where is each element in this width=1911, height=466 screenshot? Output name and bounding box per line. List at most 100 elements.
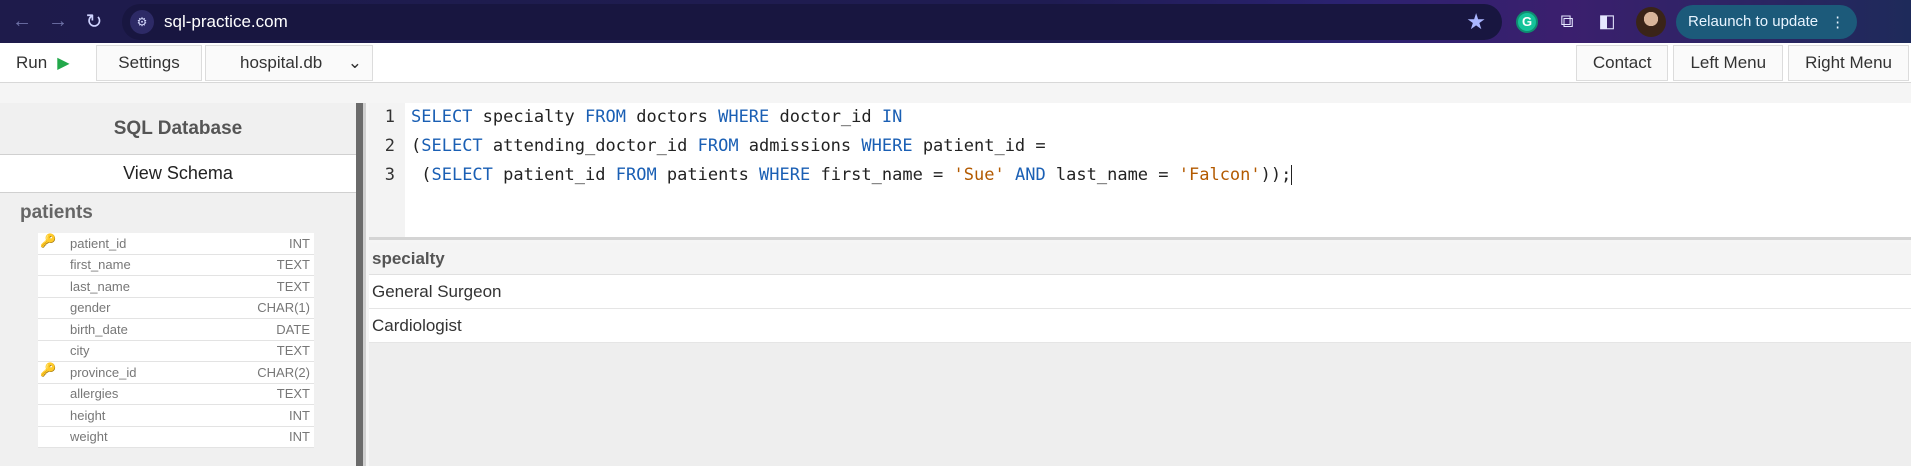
bookmark-star-icon[interactable]: ★ — [1466, 9, 1486, 35]
column-type: TEXT — [276, 278, 310, 294]
results-column-header: specialty — [369, 243, 1911, 275]
sql-token: )); — [1260, 165, 1292, 185]
code-line[interactable]: SELECT specialty FROM doctors WHERE doct… — [411, 103, 1292, 132]
column-row[interactable]: weight INT — [38, 427, 314, 448]
sql-token: doctors — [625, 107, 719, 127]
line-number: 3 — [384, 165, 395, 185]
result-row[interactable]: Cardiologist — [369, 309, 1911, 343]
column-type: INT — [289, 235, 310, 251]
sql-token: last_name = — [1045, 165, 1179, 185]
column-name: city — [70, 343, 90, 359]
database-select[interactable]: hospital.db ⌄ — [205, 44, 373, 81]
address-bar[interactable]: ⚙ sql-practice.com ★ — [122, 3, 1502, 40]
column-name: last_name — [70, 278, 130, 294]
primary-key-icon: 🔑 — [40, 233, 57, 248]
view-schema-button[interactable]: View Schema — [0, 155, 356, 193]
column-row[interactable]: 🔑 province_id CHAR(2) — [38, 362, 314, 384]
sql-token: ( — [411, 136, 422, 156]
url-text[interactable]: sql-practice.com — [164, 12, 288, 32]
reload-icon[interactable]: ↻ — [80, 8, 108, 36]
sql-keyword: IN — [881, 107, 903, 127]
sql-keyword: WHERE — [759, 165, 811, 185]
column-list: 🔑 patient_id INT first_name TEXT last_name TEX… — [38, 233, 314, 448]
sql-token: admissions — [738, 136, 862, 156]
sql-editor[interactable]: 1 2 3 SELECT specialty FROM doctors WHERE … — [369, 103, 1911, 240]
sql-keyword: SELECT — [431, 165, 493, 185]
extensions-puzzle-icon[interactable]: ⧉ — [1552, 7, 1582, 37]
run-button[interactable]: Run ▶ — [0, 45, 92, 81]
sql-keyword: WHERE — [718, 107, 770, 127]
site-info-icon[interactable]: ⚙ — [130, 9, 154, 34]
sql-keyword: SELECT — [411, 107, 473, 127]
sql-keyword: SELECT — [421, 136, 483, 156]
column-row[interactable]: first_name TEXT — [38, 255, 314, 276]
line-number: 2 — [384, 136, 395, 156]
column-type: INT — [289, 407, 310, 423]
sql-token: doctor_id — [769, 107, 882, 127]
app-toolbar: Run ▶ Settings hospital.db ⌄ Contact Lef… — [0, 43, 1911, 83]
right-menu-button[interactable]: Right Menu — [1788, 45, 1909, 81]
relaunch-label: Relaunch to update — [1688, 13, 1819, 30]
code-line[interactable]: (SELECT patient_id FROM patients WHERE f… — [411, 161, 1293, 190]
column-row[interactable]: 🔑 patient_id INT — [38, 233, 314, 255]
column-name: height — [70, 407, 106, 423]
column-name: province_id — [70, 364, 137, 380]
more-menu-icon[interactable]: ⋮ — [1830, 13, 1845, 31]
sql-token: first_name = — [810, 165, 954, 185]
column-row[interactable]: allergies TEXT — [38, 384, 314, 405]
text-cursor — [1291, 165, 1293, 185]
column-row[interactable]: last_name TEXT — [38, 276, 314, 298]
column-name: birth_date — [70, 321, 128, 337]
play-icon: ▶ — [57, 54, 70, 72]
database-select-value: hospital.db — [240, 52, 323, 72]
column-type: TEXT — [276, 386, 310, 402]
schema-sidebar: SQL Database View Schema patients 🔑 patie… — [0, 103, 356, 466]
panel-splitter[interactable] — [356, 103, 366, 466]
sql-string: 'Sue' — [953, 165, 1005, 185]
run-label: Run — [16, 52, 48, 72]
profile-avatar[interactable] — [1636, 6, 1666, 37]
sql-keyword: FROM — [697, 136, 739, 156]
column-name: first_name — [70, 257, 131, 273]
sql-token: attending_doctor_id — [482, 136, 698, 156]
table-name-patients[interactable]: patients — [0, 193, 356, 233]
forward-icon[interactable]: → — [44, 8, 72, 36]
contact-button[interactable]: Contact — [1575, 45, 1669, 81]
column-name: allergies — [70, 386, 119, 402]
right-toolbar-buttons: Contact Left Menu Right Menu — [1575, 45, 1909, 81]
column-row[interactable]: gender CHAR(1) — [38, 298, 314, 319]
column-type: TEXT — [276, 257, 310, 273]
results-panel: specialty General Surgeon Cardiologist — [369, 243, 1911, 466]
column-row[interactable]: city TEXT — [38, 341, 314, 362]
browser-toolbar: ← → ↻ ⚙ sql-practice.com ★ G ⧉ ◧ Relaunc… — [0, 0, 1911, 43]
side-panel-icon[interactable]: ◧ — [1592, 7, 1622, 37]
settings-button[interactable]: Settings — [96, 44, 202, 81]
left-menu-button[interactable]: Left Menu — [1673, 45, 1784, 81]
column-row[interactable]: height INT — [38, 405, 314, 427]
sql-string: 'Falcon' — [1178, 165, 1261, 185]
results-rows: General Surgeon Cardiologist — [369, 275, 1911, 343]
code-line[interactable]: (SELECT attending_doctor_id FROM admissi… — [411, 132, 1292, 161]
sql-keyword: WHERE — [861, 136, 913, 156]
foreign-key-icon: 🔑 — [40, 362, 57, 377]
column-name: gender — [70, 300, 111, 316]
back-icon[interactable]: ← — [8, 8, 36, 36]
code-area[interactable]: SELECT specialty FROM doctors WHERE doct… — [411, 103, 1293, 190]
column-type: TEXT — [276, 343, 310, 359]
relaunch-button[interactable]: Relaunch to update ⋮ — [1676, 4, 1858, 39]
column-row[interactable]: birth_date DATE — [38, 319, 314, 341]
line-number: 1 — [384, 107, 395, 127]
grammarly-extension-icon[interactable]: G — [1512, 7, 1542, 37]
sql-token: patient_id = — [912, 136, 1046, 156]
sql-keyword: FROM — [585, 107, 626, 127]
column-name: patient_id — [70, 235, 127, 251]
sql-token: ( — [411, 165, 432, 185]
chevron-down-icon: ⌄ — [347, 52, 362, 72]
column-type: DATE — [276, 321, 310, 337]
result-row[interactable]: General Surgeon — [369, 275, 1911, 309]
line-number-gutter: 1 2 3 — [369, 103, 405, 237]
column-type: CHAR(1) — [257, 300, 310, 316]
sidebar-title: SQL Database — [0, 103, 356, 155]
column-type: CHAR(2) — [257, 364, 310, 380]
